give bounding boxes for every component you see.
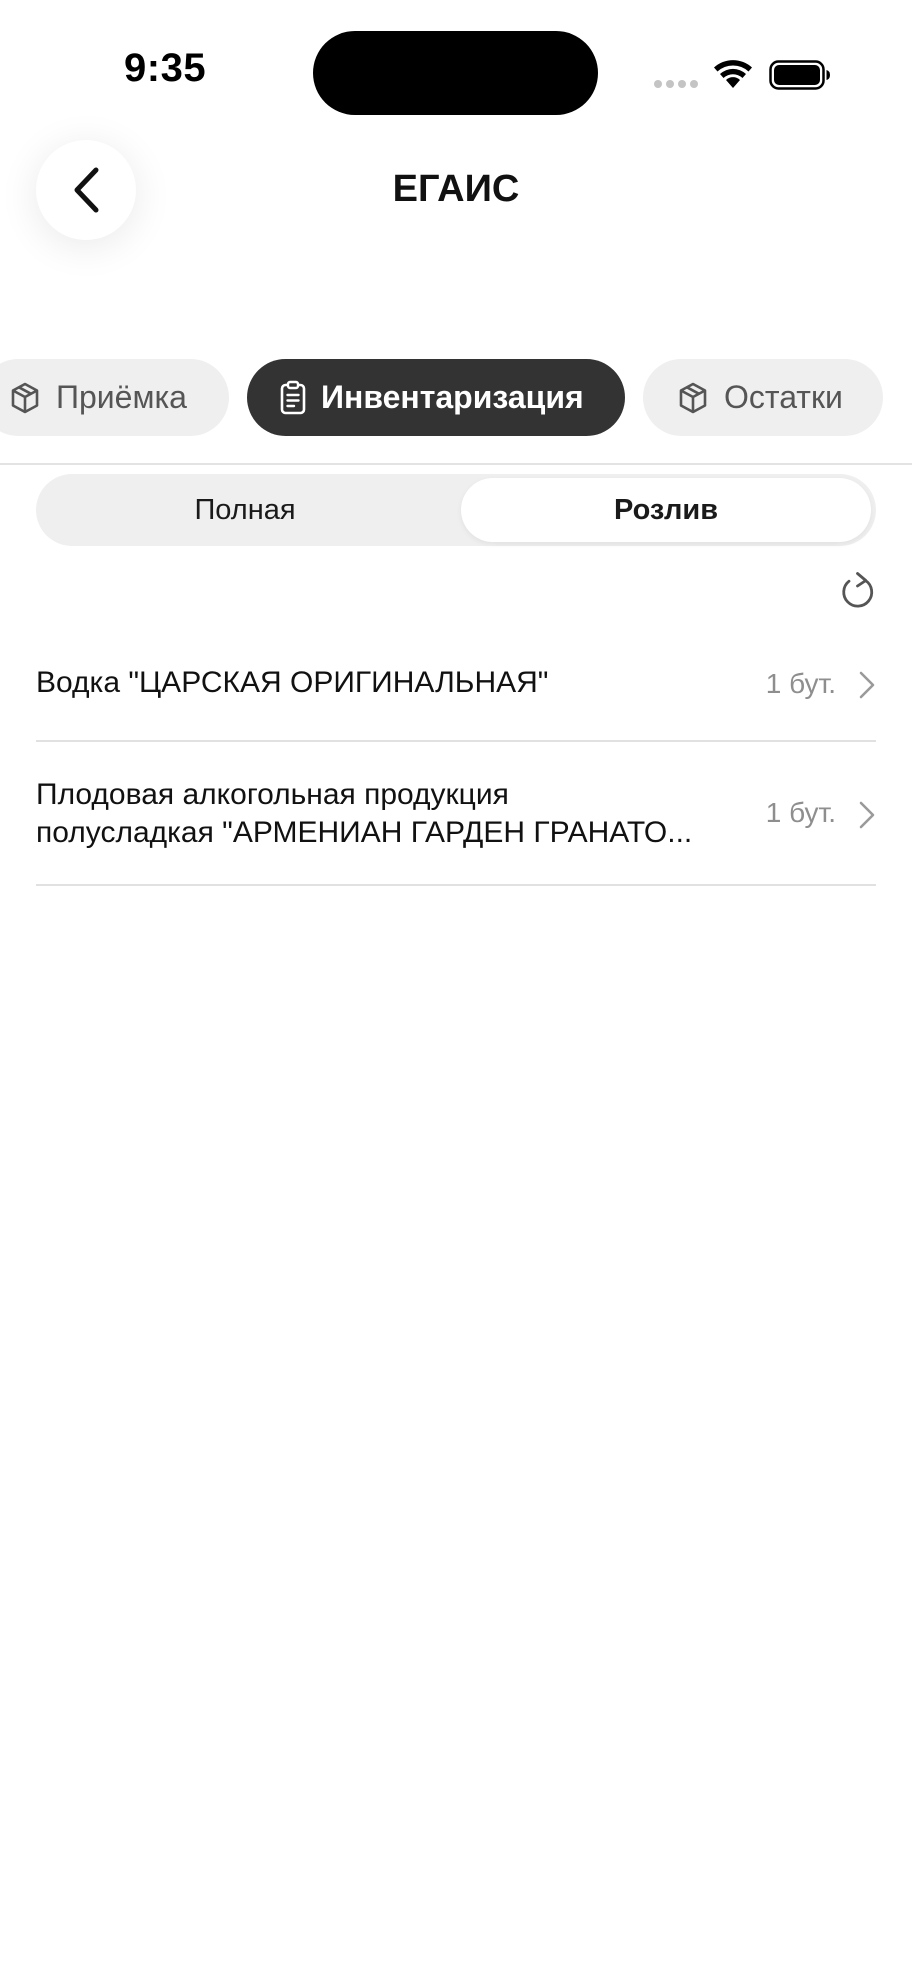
tab-stock-label: Остатки xyxy=(724,379,843,415)
box-icon xyxy=(679,382,707,413)
tabs-divider xyxy=(0,463,912,465)
item-name: Водка "ЦАРСКАЯ ОРИГИНАЛЬНАЯ" xyxy=(36,666,549,699)
chevron-right-icon xyxy=(859,671,875,699)
inventory-type-segmented-control: Полная Розлив xyxy=(36,474,876,546)
signal-icon xyxy=(654,80,698,88)
wifi-icon xyxy=(714,60,752,88)
tab-stock[interactable]: Остатки xyxy=(643,359,883,436)
item-name-line-1: Плодовая алкогольная продукция xyxy=(36,778,509,811)
item-quantity: 1 бут. xyxy=(765,797,836,828)
list-item[interactable]: Водка "ЦАРСКАЯ ОРИГИНАЛЬНАЯ" 1 бут. xyxy=(36,630,876,742)
dynamic-island xyxy=(313,31,598,115)
tab-inventory[interactable]: Инвентаризация xyxy=(247,359,625,436)
item-name-line-2: полусладкая "АРМЕНИАН ГАРДЕН ГРАНАТО... xyxy=(36,816,693,849)
page-title: ЕГАИС xyxy=(392,168,520,210)
screen: 9:35 ЕГАИС Приёмка Инвентаризация Остатк… xyxy=(0,0,912,1982)
battery-icon xyxy=(769,60,830,90)
list-item[interactable]: Плодовая алкогольная продукция полусладк… xyxy=(36,744,876,886)
tab-receiving-label: Приёмка xyxy=(56,379,187,415)
chevron-right-icon xyxy=(859,801,875,829)
list-divider xyxy=(36,740,876,742)
item-name: Плодовая алкогольная продукция полусладк… xyxy=(36,776,756,852)
status-icons xyxy=(650,56,835,92)
segment-bottling[interactable]: Розлив xyxy=(461,478,871,542)
tab-inventory-label: Инвентаризация xyxy=(321,379,584,415)
box-icon xyxy=(11,382,39,413)
tab-receiving[interactable]: Приёмка xyxy=(0,359,229,436)
segment-full[interactable]: Полная xyxy=(40,478,450,542)
list-divider xyxy=(36,884,876,886)
refresh-icon[interactable] xyxy=(838,570,878,614)
clipboard-icon xyxy=(280,380,306,414)
status-time: 9:35 xyxy=(124,46,207,90)
item-quantity: 1 бут. xyxy=(765,668,836,699)
